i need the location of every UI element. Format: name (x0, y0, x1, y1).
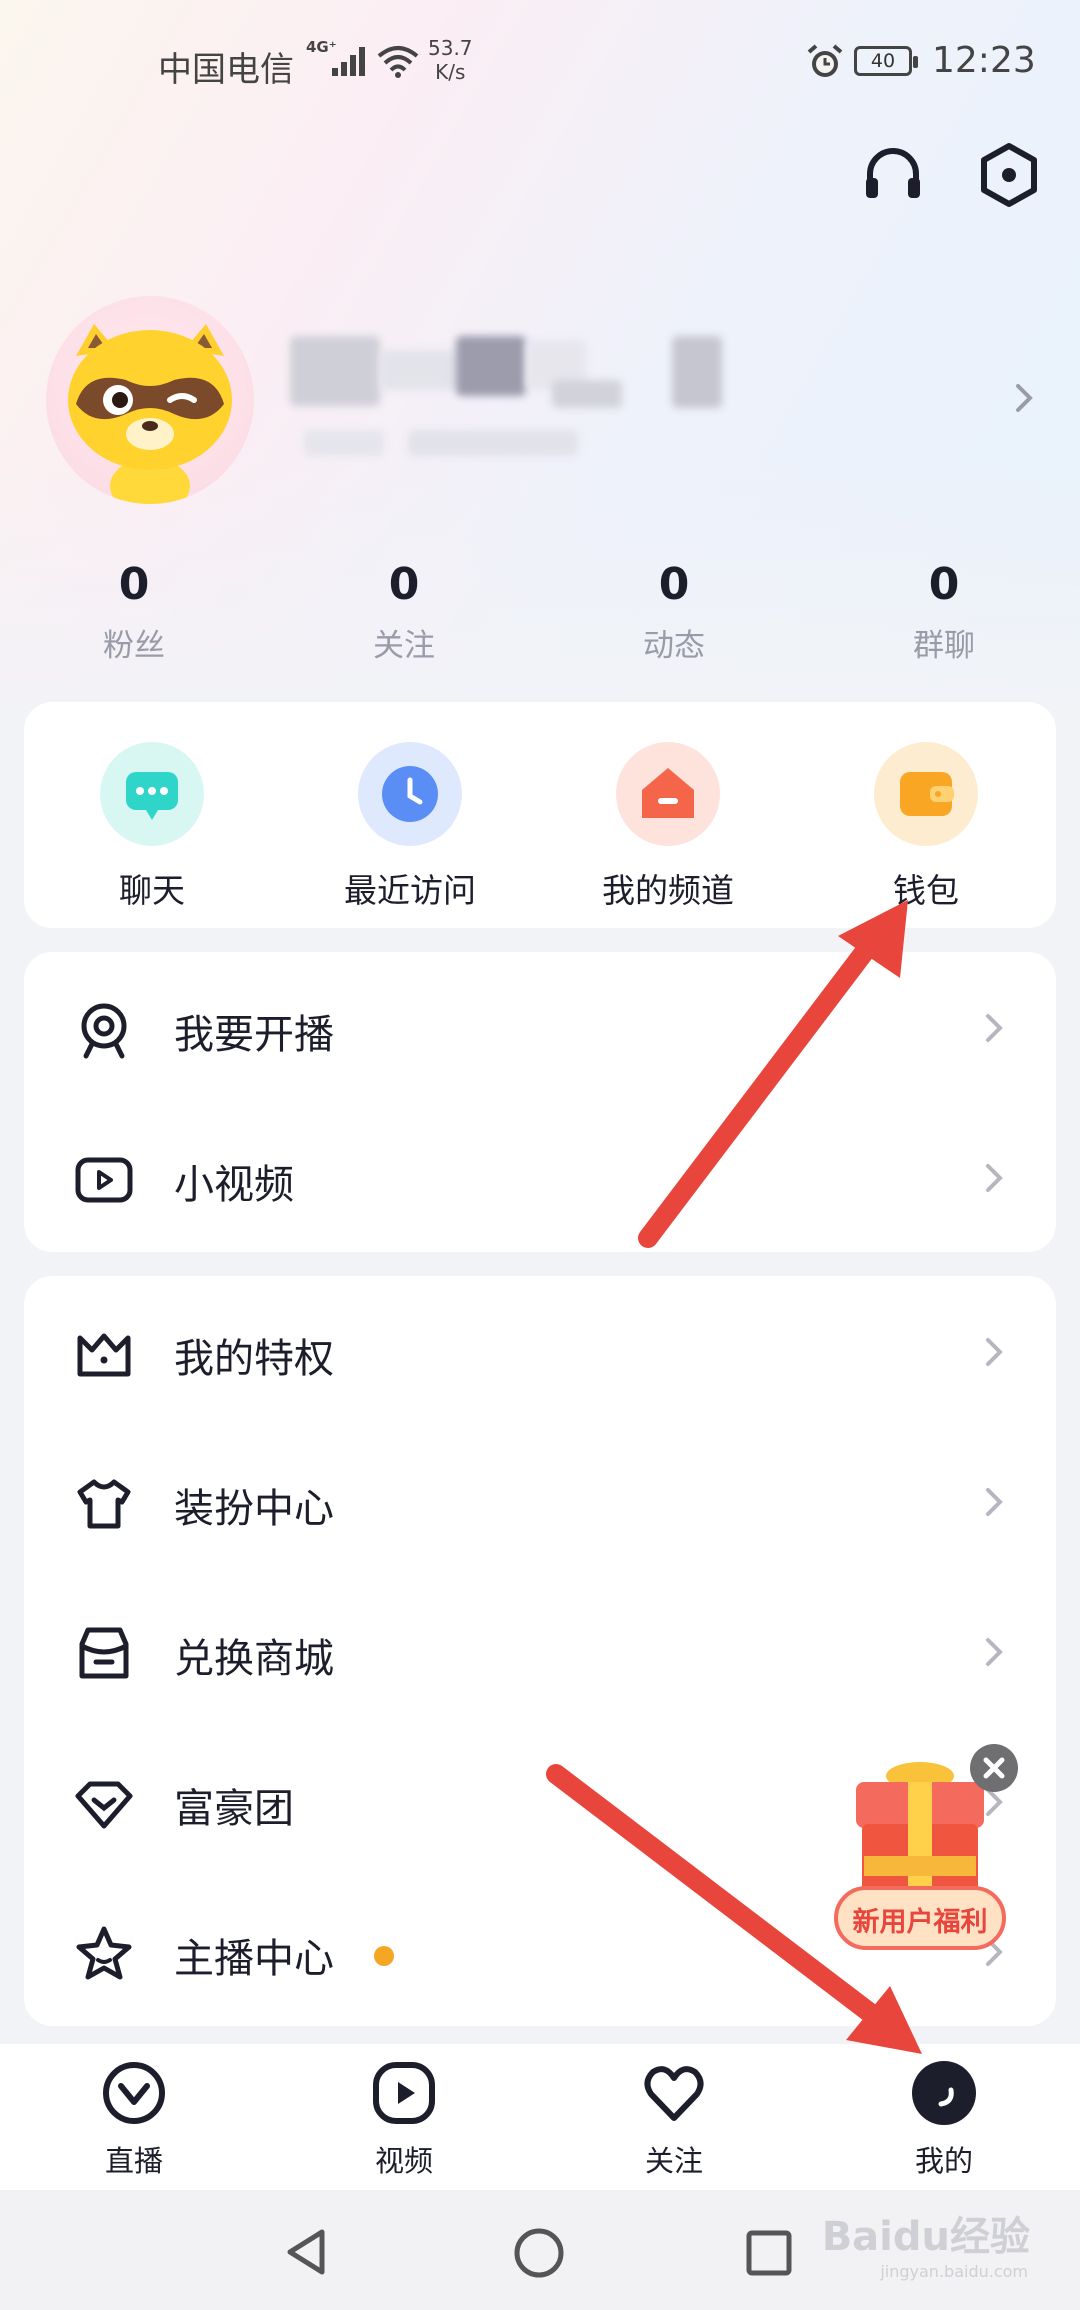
menu-item-label: 我的特权 (174, 1336, 334, 1382)
raccoon-mascot-icon (68, 324, 232, 504)
stat-label: 关注 (373, 628, 435, 664)
menu-item-short-video[interactable]: 小视频 (24, 1102, 1056, 1252)
tab-video[interactable]: 视频 (304, 2060, 504, 2180)
menu-item-label: 主播中心 (174, 1936, 334, 1982)
bottom-tab-bar: 直播 视频 关注 我的 (0, 2044, 1080, 2190)
tshirt-icon (77, 1479, 131, 1529)
menu-card-live: 我要开播 小视频 (24, 952, 1056, 1252)
tab-label: 直播 (104, 2144, 163, 2178)
status-bar: 中国电信 4G⁺ 53.7 K/s 40 12:23 (0, 0, 1080, 120)
menu-item-exchange-mall[interactable]: 兑换商城 (24, 1576, 1056, 1726)
speed-value: 53.7 (428, 36, 473, 60)
network-speed: 53.7 K/s (428, 36, 473, 84)
stat-label: 动态 (643, 628, 705, 664)
stat-label: 粉丝 (103, 628, 165, 664)
settings-icon[interactable] (974, 140, 1044, 210)
quick-action-label: 聊天 (119, 871, 185, 910)
star-icon (76, 1926, 132, 1980)
tab-live[interactable]: 直播 (34, 2060, 234, 2180)
home-icon[interactable] (512, 2226, 566, 2280)
promo-label: 新用户福利 (852, 1907, 988, 1938)
tab-label: 视频 (374, 2144, 433, 2178)
quick-action-label: 我的频道 (602, 871, 734, 910)
notification-dot (374, 1946, 394, 1966)
webcam-icon (81, 1003, 127, 1059)
quick-action-chat[interactable]: 聊天 (52, 742, 252, 912)
battery-indicator: 40 (854, 46, 918, 76)
promo-close-button[interactable] (970, 1744, 1018, 1792)
signal-icon (332, 47, 365, 76)
tab-label: 关注 (644, 2144, 703, 2178)
carrier-name: 中国电信 (158, 50, 294, 90)
quick-action-my-channel[interactable]: 我的频道 (568, 742, 768, 912)
video-icon (373, 2062, 435, 2124)
clock-icon (358, 742, 462, 846)
back-icon[interactable] (282, 2226, 332, 2278)
diamond-icon (75, 1781, 133, 1829)
stat-fans[interactable]: 0 粉丝 (34, 556, 234, 665)
stat-groups[interactable]: 0 群聊 (844, 556, 1044, 665)
stat-value: 0 (928, 559, 960, 610)
wifi-icon (377, 46, 419, 78)
tab-label: 我的 (914, 2144, 973, 2178)
chevron-right-icon (986, 1488, 1003, 1516)
watermark-url: jingyan.baidu.com (880, 2262, 1028, 2281)
menu-item-dressup-center[interactable]: 装扮中心 (24, 1426, 1056, 1576)
chevron-right-icon (986, 1164, 1003, 1192)
house-icon (616, 742, 720, 846)
menu-item-label: 装扮中心 (174, 1486, 334, 1532)
menu-item-label: 富豪团 (174, 1786, 294, 1832)
stat-value: 0 (658, 559, 690, 610)
stat-value: 0 (118, 559, 150, 610)
stat-following[interactable]: 0 关注 (304, 556, 504, 665)
quick-actions-card: 聊天 最近访问 我的频道 钱包 (24, 702, 1056, 928)
heart-icon (644, 2066, 704, 2121)
menu-item-label: 小视频 (174, 1162, 294, 1208)
tab-mine[interactable]: 我的 (844, 2060, 1044, 2180)
recents-icon[interactable] (744, 2228, 794, 2278)
stat-value: 0 (388, 559, 420, 610)
wallet-icon (874, 742, 978, 846)
profile-icon (912, 2061, 976, 2125)
profile-chevron-icon[interactable] (1010, 380, 1040, 416)
chevron-right-icon (986, 1014, 1003, 1042)
crown-icon (77, 1333, 131, 1377)
video-play-icon (75, 1157, 133, 1203)
speed-unit: K/s (435, 60, 466, 84)
live-icon (103, 2062, 165, 2124)
watermark-brand: Baidu经验 (821, 2214, 1030, 2260)
menu-item-privileges[interactable]: 我的特权 (24, 1276, 1056, 1426)
tab-following[interactable]: 关注 (574, 2060, 774, 2180)
headphones-icon[interactable] (858, 140, 928, 210)
new-user-gift-promo[interactable]: 新用户福利 (830, 1760, 1010, 1980)
menu-item-label: 兑换商城 (174, 1636, 334, 1682)
close-icon (983, 1757, 1005, 1779)
quick-action-label: 最近访问 (344, 871, 476, 910)
quick-action-recent-visits[interactable]: 最近访问 (310, 742, 510, 912)
chevron-right-icon (986, 1338, 1003, 1366)
chevron-right-icon (986, 1638, 1003, 1666)
menu-item-label: 我要开播 (174, 1012, 334, 1058)
avatar[interactable] (46, 296, 254, 504)
store-icon (79, 1627, 129, 1679)
alarm-icon (807, 44, 843, 77)
quick-action-wallet[interactable]: 钱包 (826, 742, 1026, 912)
stat-posts[interactable]: 0 动态 (574, 556, 774, 665)
quick-action-label: 钱包 (893, 871, 959, 910)
gift-box-icon (834, 1762, 1006, 1950)
stat-label: 群聊 (913, 628, 975, 664)
chat-bubble-icon (100, 742, 204, 846)
menu-item-start-live[interactable]: 我要开播 (24, 952, 1056, 1102)
status-time: 12:23 (932, 40, 1036, 81)
